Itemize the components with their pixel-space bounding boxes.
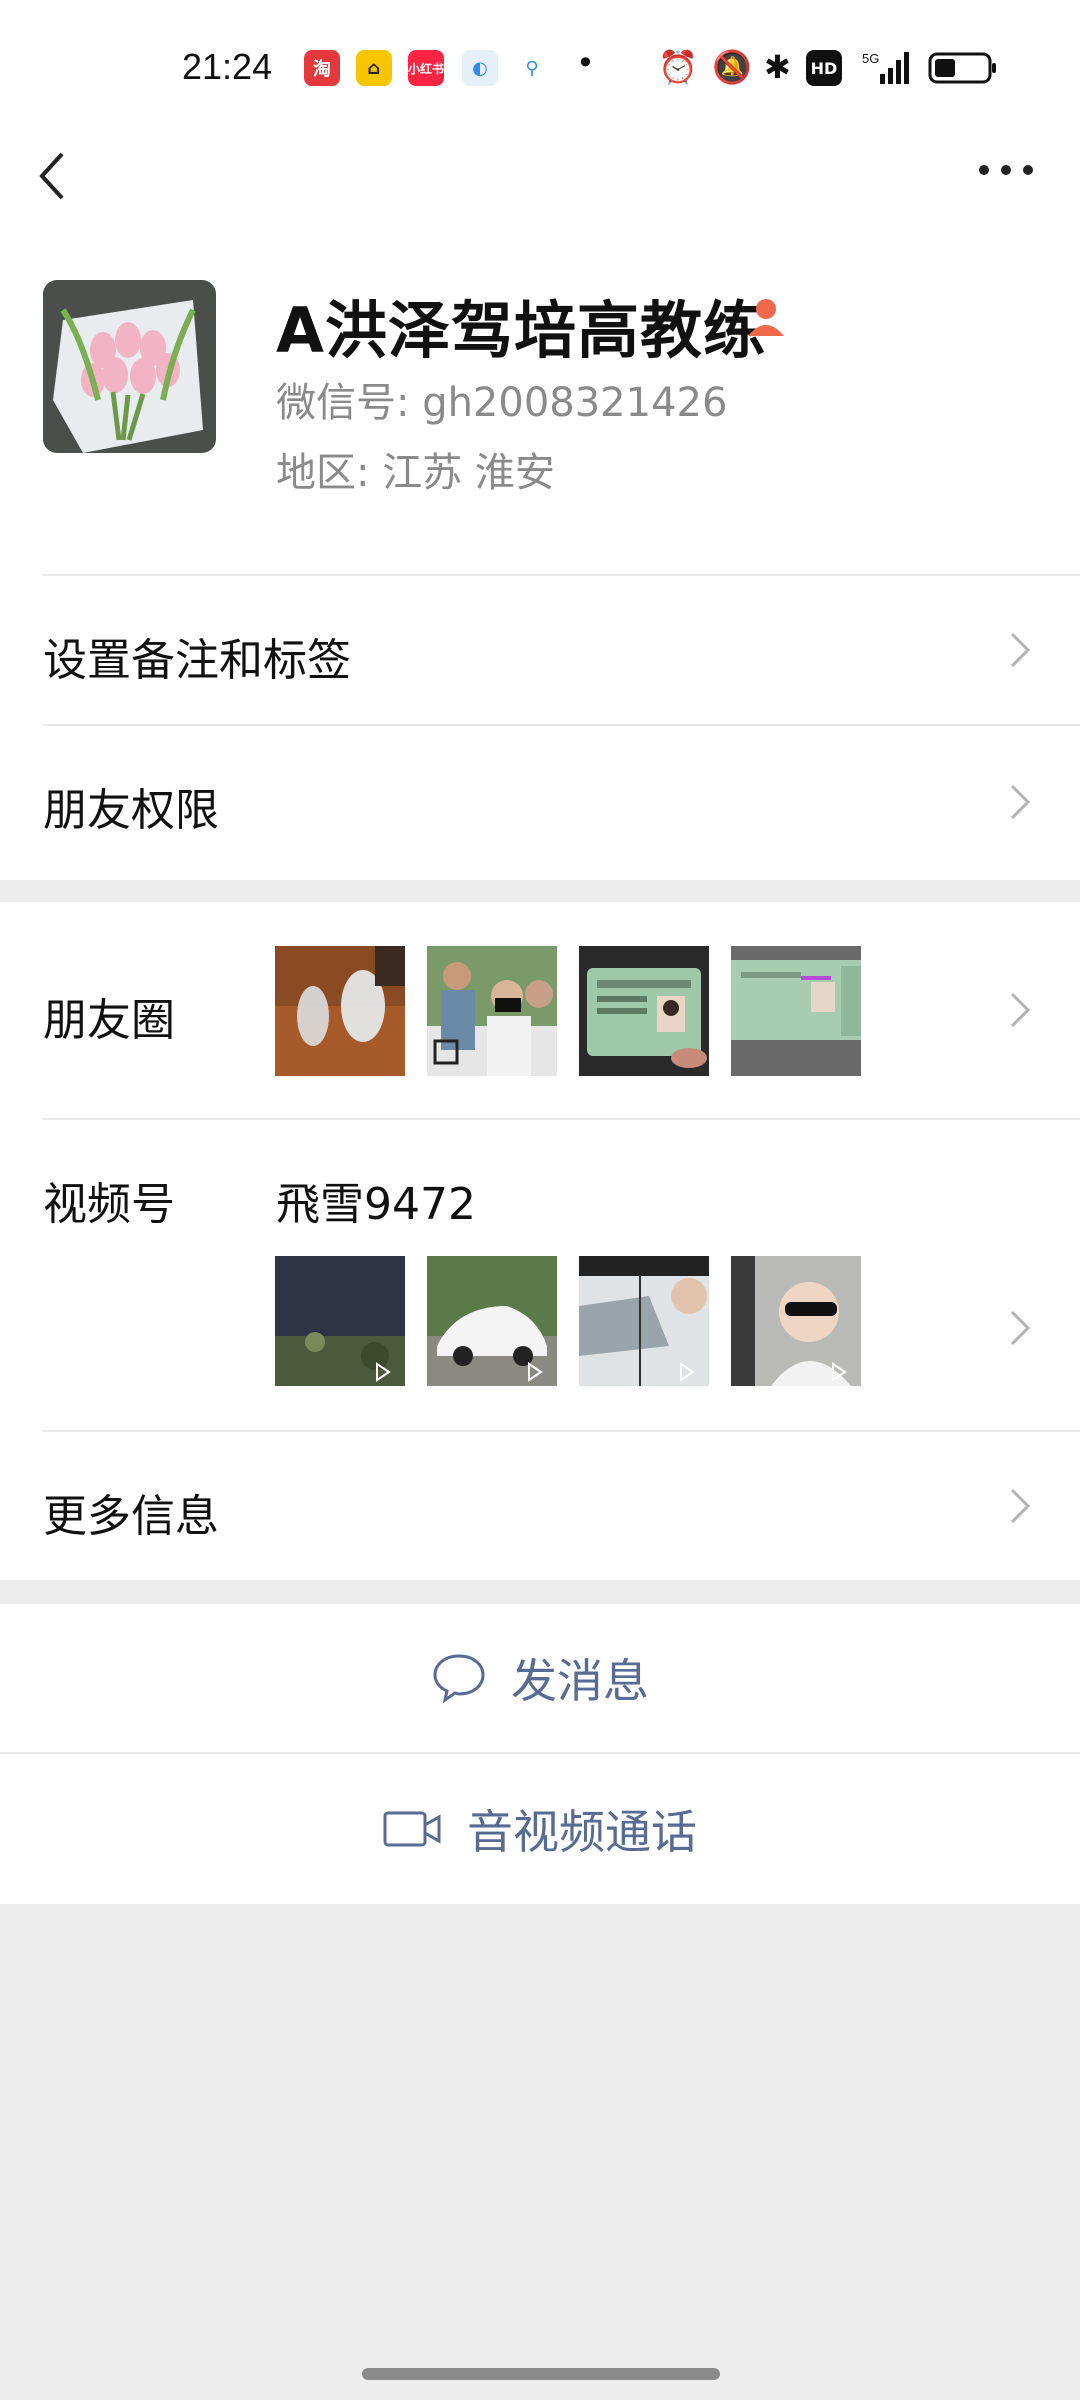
- person-icon: [744, 294, 788, 338]
- back-icon: [39, 152, 64, 200]
- permissions-row[interactable]: 朋友权限: [0, 726, 1080, 876]
- bluetooth-icon: ✱: [764, 48, 791, 86]
- moments-label: 朋友圈: [43, 995, 175, 1046]
- wechat-id: 微信号: gh2008321426: [276, 380, 728, 426]
- 5g-signal-icon: 5G: [862, 50, 910, 90]
- moment-thumb: [731, 946, 861, 1076]
- xiaohongshu-icon: 小红书: [408, 50, 444, 86]
- contact-name: A洪泽驾培高教练: [276, 294, 766, 367]
- remark-row[interactable]: 设置备注和标签: [0, 576, 1080, 724]
- status-bar: 21:24 淘 ⌂ 小红书 ◐ ⚲ • ⏰ 🔕 ✱ HD 5G: [0, 0, 1080, 140]
- car-icon: ⌂: [356, 50, 392, 86]
- dot-icon: •: [576, 44, 595, 82]
- chevron-right-icon: [1010, 992, 1031, 1028]
- video-call-label: 音视频通话: [467, 1805, 697, 1859]
- channels-row[interactable]: 视频号 飛雪9472: [0, 1120, 1080, 1430]
- permissions-label: 朋友权限: [43, 785, 219, 836]
- taobao-icon: 淘: [304, 50, 340, 86]
- send-message-label: 发消息: [511, 1654, 649, 1708]
- channel-video-thumb[interactable]: [579, 1256, 709, 1386]
- channels-label: 视频号: [43, 1179, 175, 1230]
- chevron-right-icon: [1010, 784, 1031, 820]
- more-button[interactable]: [976, 150, 1036, 190]
- status-time: 21:24: [182, 46, 273, 87]
- send-message-button[interactable]: 发消息: [0, 1604, 1080, 1752]
- region: 地区: 江苏 淮安: [276, 450, 555, 496]
- moments-row[interactable]: 朋友圈: [0, 902, 1080, 1118]
- channel-video-thumb[interactable]: [427, 1256, 557, 1386]
- channel-video-thumb[interactable]: [731, 1256, 861, 1386]
- moment-thumb: [427, 946, 557, 1076]
- more-icon: [979, 165, 1033, 175]
- channel-video-thumb[interactable]: [275, 1256, 405, 1386]
- mute-icon: 🔕: [712, 48, 752, 86]
- browser-icon: ◐: [462, 50, 498, 86]
- hd-icon: HD: [806, 50, 842, 86]
- chevron-right-icon: [1010, 632, 1031, 668]
- avatar[interactable]: [43, 280, 216, 453]
- alarm-icon: ⏰: [658, 48, 698, 86]
- video-call-button[interactable]: 音视频通话: [0, 1754, 1080, 1904]
- chevron-right-icon: [1010, 1488, 1031, 1524]
- moment-thumb: [275, 946, 405, 1076]
- remark-label: 设置备注和标签: [43, 635, 351, 686]
- chevron-right-icon: [1010, 1310, 1031, 1346]
- more-info-row[interactable]: 更多信息: [0, 1432, 1080, 1580]
- home-indicator[interactable]: [362, 2368, 720, 2380]
- chat-bubble-icon: [433, 1654, 485, 1704]
- battery-icon: [928, 52, 998, 88]
- channels-name: 飛雪9472: [276, 1179, 476, 1230]
- search-app-icon: ⚲: [514, 50, 550, 86]
- video-camera-icon: [383, 1811, 441, 1847]
- more-info-label: 更多信息: [43, 1491, 219, 1542]
- back-button[interactable]: [34, 146, 74, 206]
- svg-text:5G: 5G: [862, 51, 879, 66]
- moment-thumb: [579, 946, 709, 1076]
